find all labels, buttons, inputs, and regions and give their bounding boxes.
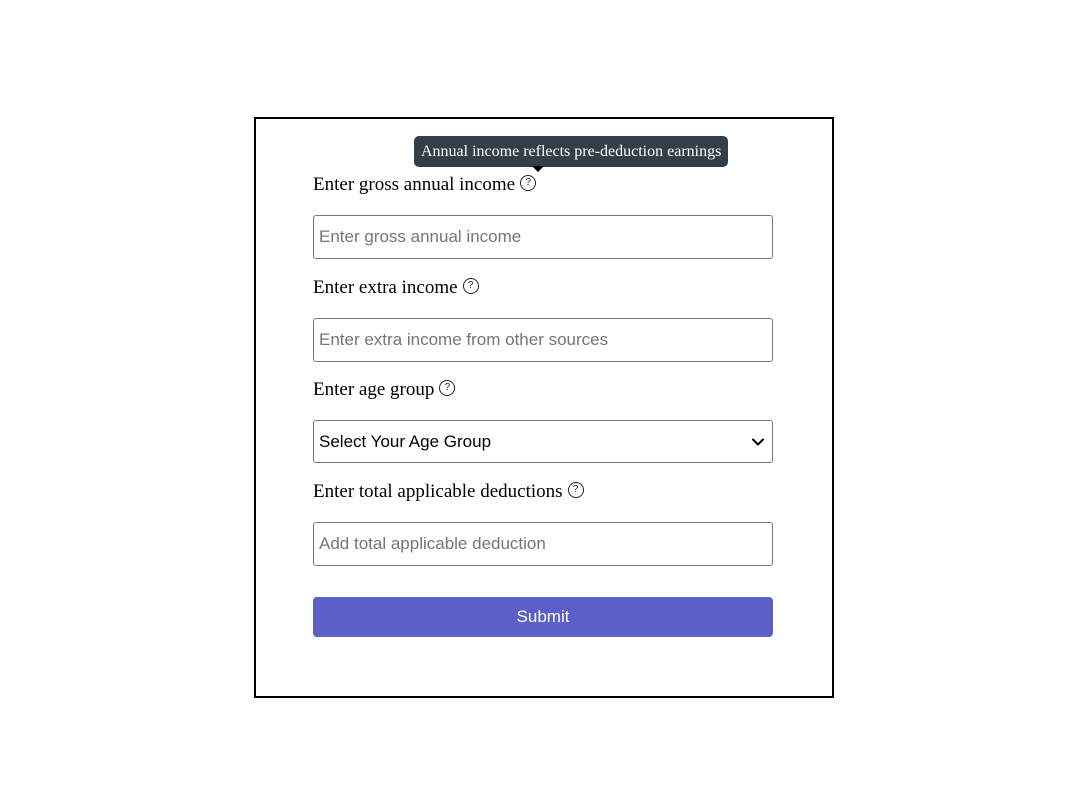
age-group-select[interactable]: Select Your Age Group	[313, 420, 773, 463]
gross-income-label: Enter gross annual income	[313, 174, 516, 195]
income-tooltip: Annual income reflects pre-deduction ear…	[414, 136, 729, 167]
question-circle-icon[interactable]: ?	[567, 482, 584, 498]
deductions-label-row: Enter total applicable deductions ?	[313, 481, 584, 503]
deductions-input[interactable]	[313, 522, 773, 566]
extra-income-input[interactable]	[313, 318, 773, 362]
age-group-label-row: Enter age group ?	[313, 379, 456, 401]
question-circle-icon[interactable]: ?	[520, 175, 537, 191]
submit-button[interactable]: Submit	[313, 597, 773, 637]
deductions-label: Enter total applicable deductions	[313, 481, 563, 502]
extra-income-label-row: Enter extra income ?	[313, 277, 479, 299]
gross-income-label-row: Enter gross annual income ?	[313, 174, 537, 196]
gross-income-input[interactable]	[313, 215, 773, 259]
chevron-down-icon	[752, 438, 764, 445]
tooltip-arrow	[532, 166, 544, 172]
age-group-label: Enter age group	[313, 379, 435, 400]
question-circle-icon[interactable]: ?	[439, 380, 456, 396]
question-circle-icon[interactable]: ?	[462, 278, 479, 294]
age-group-selected-value: Select Your Age Group	[319, 431, 492, 451]
extra-income-label: Enter extra income	[313, 277, 458, 298]
